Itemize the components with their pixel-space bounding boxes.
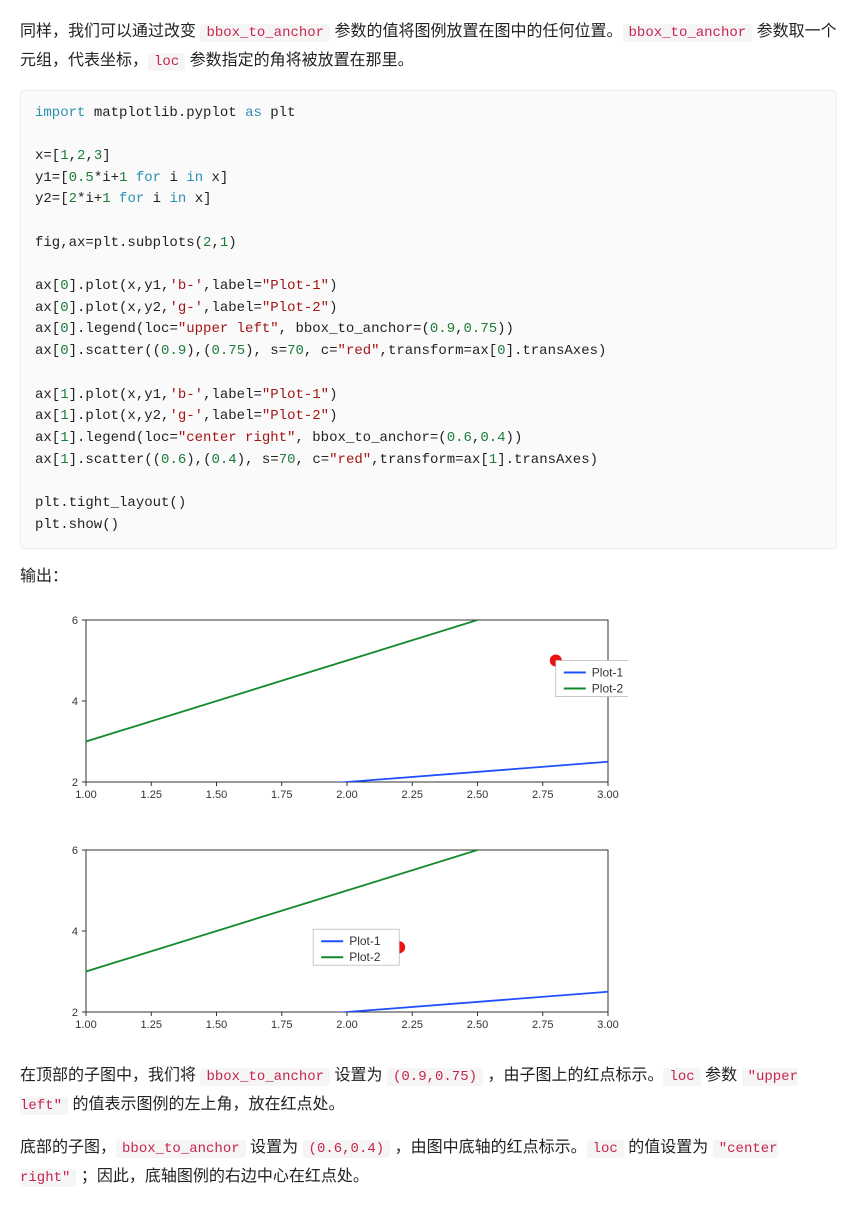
svg-text:2.25: 2.25 — [402, 789, 423, 801]
code-tuple: (0.6,0.4) — [303, 1140, 391, 1158]
code-loc: loc — [663, 1068, 700, 1086]
svg-text:1.75: 1.75 — [271, 1019, 292, 1031]
svg-text:6: 6 — [72, 845, 78, 857]
svg-text:1.00: 1.00 — [75, 1019, 96, 1031]
svg-text:1.75: 1.75 — [271, 789, 292, 801]
svg-text:1.50: 1.50 — [206, 1019, 227, 1031]
svg-text:1.50: 1.50 — [206, 789, 227, 801]
svg-text:Plot-2: Plot-2 — [592, 682, 624, 696]
svg-text:Plot-1: Plot-1 — [349, 934, 381, 948]
output-label: 输出： — [20, 563, 837, 592]
svg-text:2.00: 2.00 — [336, 789, 357, 801]
code-bbox-to-anchor: bbox_to_anchor — [200, 24, 330, 42]
svg-text:Plot-2: Plot-2 — [349, 950, 381, 964]
code-block[interactable]: import matplotlib.pyplot as plt x=[1,2,3… — [20, 90, 837, 550]
code-tuple: (0.9,0.75) — [387, 1068, 483, 1086]
svg-text:2.00: 2.00 — [336, 1019, 357, 1031]
svg-text:2: 2 — [72, 777, 78, 789]
intro-paragraph: 同样，我们可以通过改变 bbox_to_anchor 参数的值将图例放置在图中的… — [20, 18, 837, 76]
explanation-paragraph-2: 底部的子图，bbox_to_anchor 设置为 (0.6,0.4) ，由图中底… — [20, 1134, 837, 1192]
code-loc: loc — [148, 53, 185, 71]
svg-text:1.25: 1.25 — [141, 1019, 162, 1031]
svg-text:4: 4 — [72, 926, 78, 938]
svg-text:3.00: 3.00 — [597, 789, 618, 801]
svg-text:3.00: 3.00 — [597, 1019, 618, 1031]
svg-text:2.75: 2.75 — [532, 1019, 553, 1031]
svg-text:2.75: 2.75 — [532, 789, 553, 801]
svg-text:6: 6 — [72, 615, 78, 627]
svg-text:Plot-1: Plot-1 — [592, 666, 624, 680]
code-bbox-to-anchor: bbox_to_anchor — [116, 1140, 246, 1158]
code-bbox-to-anchor: bbox_to_anchor — [200, 1068, 330, 1086]
svg-text:2.50: 2.50 — [467, 1019, 488, 1031]
svg-text:1.25: 1.25 — [141, 789, 162, 801]
code-loc: loc — [587, 1140, 624, 1158]
explanation-paragraph-1: 在顶部的子图中，我们将 bbox_to_anchor 设置为 (0.9,0.75… — [20, 1062, 837, 1120]
svg-text:1.00: 1.00 — [75, 789, 96, 801]
svg-text:4: 4 — [72, 696, 78, 708]
code-bbox-to-anchor: bbox_to_anchor — [623, 24, 753, 42]
svg-text:2: 2 — [72, 1007, 78, 1019]
chart-figure: 2 4 6 1.00 1.25 1.50 1.75 2.00 2.25 2.50 2.75 3.00 P… — [20, 606, 837, 1062]
svg-text:2.25: 2.25 — [402, 1019, 423, 1031]
svg-text:2.50: 2.50 — [467, 789, 488, 801]
